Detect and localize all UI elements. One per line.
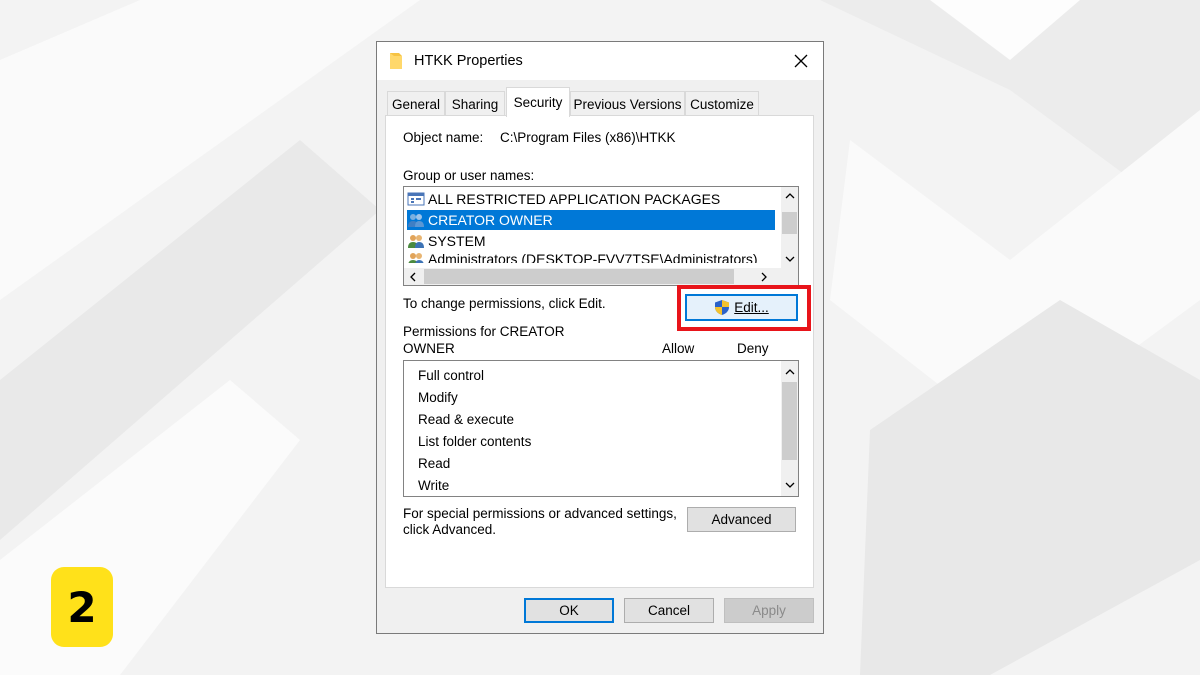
change-permissions-text: To change permissions, click Edit. (403, 296, 606, 311)
tab-customize[interactable]: Customize (685, 91, 759, 116)
apply-button[interactable]: Apply (724, 598, 814, 623)
list-item-selected[interactable]: CREATOR OWNER (407, 210, 775, 230)
tab-previous-versions[interactable]: Previous Versions (570, 91, 685, 116)
tab-sharing[interactable]: Sharing (445, 91, 505, 116)
scroll-down-arrow[interactable] (781, 251, 798, 268)
allow-column-header: Allow (662, 341, 695, 356)
permission-row: Modify (418, 390, 458, 405)
permissions-vertical-scrollbar[interactable] (781, 361, 798, 496)
permission-row: Read (418, 456, 451, 471)
properties-dialog: HTKK Properties General Sharing Security… (376, 41, 824, 634)
chevron-left-icon (410, 272, 416, 281)
group-name: Administrators (DESKTOP-FVV7TSE\Administ… (428, 251, 758, 263)
dialog-title: HTKK Properties (414, 53, 523, 69)
permission-row: Write (418, 478, 450, 493)
group-name: SYSTEM (428, 233, 486, 249)
apply-button-label: Apply (752, 603, 786, 618)
close-button[interactable] (779, 42, 823, 80)
group-names-list[interactable]: ALL RESTRICTED APPLICATION PACKAGES CREA… (403, 186, 799, 286)
title-bar[interactable]: HTKK Properties (377, 42, 823, 80)
permissions-list[interactable]: Full control Modify Read & execute List … (403, 360, 799, 497)
scroll-up-arrow[interactable] (781, 363, 798, 380)
ok-button[interactable]: OK (524, 598, 614, 623)
advanced-button[interactable]: Advanced (687, 507, 796, 532)
list-item[interactable]: Administrators (DESKTOP-FVV7TSE\Administ… (407, 251, 775, 263)
scroll-right-arrow[interactable] (756, 268, 773, 285)
scroll-thumb[interactable] (782, 212, 797, 234)
chevron-up-icon (785, 369, 794, 375)
scroll-up-arrow[interactable] (781, 187, 798, 204)
close-icon (794, 54, 808, 68)
users-group-icon (408, 253, 424, 263)
chevron-up-icon (785, 193, 794, 199)
deny-column-header: Deny (737, 341, 769, 356)
list-item[interactable]: SYSTEM (407, 231, 775, 251)
edit-button[interactable]: Edit... (685, 294, 798, 321)
group-names-label: Group or user names: (403, 168, 535, 183)
chevron-down-icon (785, 256, 794, 262)
users-group-icon (408, 214, 424, 227)
cancel-button-label: Cancel (647, 603, 691, 618)
permissions-label-line1: Permissions for CREATOR (403, 324, 565, 339)
tab-general[interactable]: General (387, 91, 445, 116)
advanced-text-line1: For special permissions or advanced sett… (403, 506, 677, 521)
permission-row: Full control (418, 368, 485, 383)
permissions-label-line2: OWNER (403, 341, 455, 356)
scroll-thumb[interactable] (782, 382, 797, 460)
scroll-left-arrow[interactable] (404, 268, 421, 285)
security-tab-panel: Object name: C:\Program Files (x86)\HTKK… (385, 115, 814, 588)
step-number-badge: 2 (51, 567, 113, 647)
ok-button-label: OK (559, 603, 579, 618)
object-name-label: Object name: (403, 130, 484, 145)
list-item[interactable]: ALL RESTRICTED APPLICATION PACKAGES (407, 189, 775, 209)
object-name-value: C:\Program Files (x86)\HTKK (500, 130, 676, 145)
group-name: ALL RESTRICTED APPLICATION PACKAGES (428, 191, 721, 207)
chevron-right-icon (761, 272, 767, 281)
edit-button-label: Edit... (734, 300, 769, 315)
advanced-text-line2: click Advanced. (403, 522, 497, 537)
uac-shield-icon (715, 300, 730, 315)
app-packages-icon (407, 192, 425, 206)
scroll-thumb[interactable] (424, 269, 734, 284)
cancel-button[interactable]: Cancel (624, 598, 714, 623)
advanced-button-label: Advanced (711, 512, 772, 527)
tab-security[interactable]: Security (506, 87, 570, 117)
chevron-down-icon (785, 482, 794, 488)
users-group-icon (408, 235, 424, 248)
folder-icon (390, 53, 402, 69)
permission-row: Read & execute (418, 412, 515, 427)
group-name: CREATOR OWNER (428, 212, 553, 228)
group-list-vertical-scrollbar[interactable] (781, 187, 798, 268)
group-list-horizontal-scrollbar[interactable] (404, 268, 798, 285)
permission-row: List folder contents (418, 434, 532, 449)
scroll-down-arrow[interactable] (781, 477, 798, 494)
